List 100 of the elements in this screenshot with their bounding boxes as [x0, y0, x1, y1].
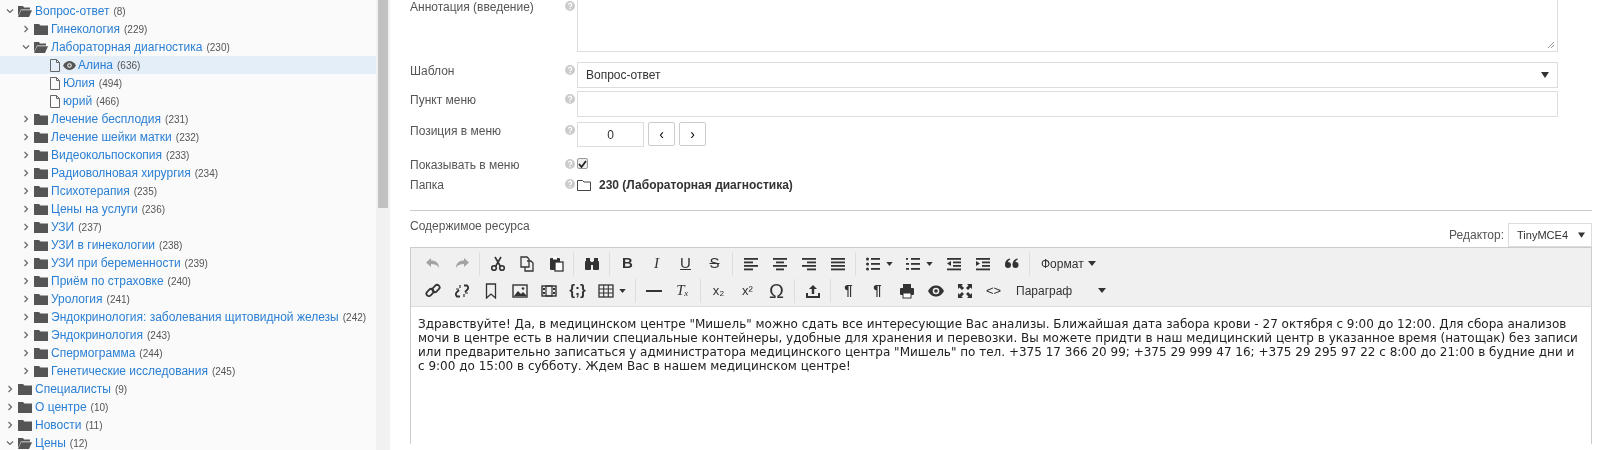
folder-icon [34, 23, 48, 35]
tree-item-link[interactable]: Лечение бесплодия [51, 110, 162, 128]
tree-item-link[interactable]: Лечение шейки матки [51, 128, 172, 146]
tree-item-link[interactable]: Новости [35, 416, 82, 434]
item-count: (232) [175, 130, 200, 145]
expand-chevron-icon[interactable] [22, 169, 30, 177]
expand-chevron-icon[interactable] [22, 313, 30, 321]
tree-item-link[interactable]: Лабораторная диагностика [51, 38, 203, 56]
scrollbar[interactable] [376, 0, 390, 450]
template-select[interactable]: Вопрос-ответ [577, 62, 1558, 88]
expand-chevron-icon[interactable] [22, 115, 30, 123]
menu-item-input[interactable] [577, 91, 1558, 117]
tree-item-link[interactable]: юрий [63, 92, 93, 110]
toolbar-button[interactable]: S [700, 251, 729, 276]
toolbar-button[interactable]: ¶ [834, 278, 863, 303]
item-count: (466) [96, 94, 120, 109]
paste-icon [547, 255, 564, 272]
expand-chevron-icon[interactable] [22, 223, 30, 231]
folder-icon [34, 365, 48, 377]
outdent-icon [945, 255, 962, 272]
format-menu-button[interactable]: Формат [1033, 251, 1104, 276]
format-menu-button[interactable]: Параграф [1008, 278, 1115, 303]
item-count: (236) [141, 202, 166, 217]
expand-chevron-icon[interactable] [22, 331, 30, 339]
tree-item-link[interactable]: Урология [51, 290, 103, 308]
expand-chevron-icon[interactable] [22, 259, 30, 267]
tree-item-link[interactable]: Приём по страховке [51, 272, 164, 290]
resize-handle-icon[interactable] [1547, 41, 1555, 49]
horizontal-line-icon [645, 289, 662, 292]
toolbar-button[interactable]: x₂ [704, 278, 733, 303]
folder-icon [34, 239, 48, 251]
tree-item-link[interactable]: УЗИ в гинекологии [51, 236, 156, 254]
toolbar-button[interactable]: Ω [762, 278, 791, 303]
expand-chevron-icon[interactable] [22, 367, 30, 375]
item-count: (239) [184, 256, 208, 271]
item-count: (242) [342, 310, 367, 325]
toolbar-button[interactable]: I [642, 251, 671, 276]
item-count: (241) [106, 292, 130, 307]
tree-item-link[interactable]: Гинекология [51, 20, 120, 38]
tree-item-link[interactable]: УЗИ [51, 218, 75, 236]
tree-item-link[interactable]: Генетические исследования [51, 362, 208, 380]
printer-icon [898, 282, 915, 299]
file-icon [50, 76, 60, 90]
editor-label: Редактор: [1449, 227, 1505, 244]
scrollbar-thumb[interactable] [378, 0, 388, 208]
expand-chevron-icon[interactable] [22, 277, 30, 285]
expand-chevron-icon[interactable] [22, 349, 30, 357]
folder-icon [18, 401, 32, 413]
expand-chevron-icon[interactable] [22, 151, 30, 159]
next-button[interactable]: › [679, 122, 706, 146]
tree-item-link[interactable]: Алина [78, 56, 113, 74]
toolbar-button[interactable]: ¶ [863, 278, 892, 303]
expand-chevron-icon[interactable] [22, 25, 30, 33]
tree-item-link[interactable]: Спермограмма [51, 344, 136, 362]
item-count: (240) [167, 274, 191, 289]
tree-item-link[interactable]: Цены [35, 434, 66, 450]
eye-icon[interactable] [63, 60, 76, 70]
expand-chevron-icon[interactable] [22, 241, 30, 249]
previous-button[interactable]: ‹ [648, 122, 675, 146]
item-count: (8) [113, 4, 126, 19]
folder-icon [34, 167, 48, 179]
tree-item-link[interactable]: Радиоволновая хирургия [51, 164, 191, 182]
open-folder-icon [18, 437, 32, 449]
expand-chevron-icon[interactable] [22, 187, 30, 195]
item-count: (243) [147, 328, 171, 343]
expand-chevron-icon[interactable] [22, 205, 30, 213]
collapse-chevron-icon[interactable] [6, 439, 14, 447]
toolbar-button[interactable]: B [613, 251, 642, 276]
tree-item-link[interactable]: Психотерапия [51, 182, 130, 200]
tree-item-link[interactable]: Юлия [63, 74, 95, 92]
expand-chevron-icon[interactable] [22, 295, 30, 303]
expand-chevron-icon[interactable] [6, 421, 14, 429]
toolbar-button[interactable]: {;} [563, 278, 592, 303]
tree-item-link[interactable]: О центре [35, 398, 87, 416]
toolbar-button[interactable]: Tₓ [668, 278, 697, 303]
expand-chevron-icon[interactable] [6, 385, 14, 393]
tree-item-link[interactable]: Эндокринология [51, 326, 143, 344]
tree-item-link[interactable]: Цены на услуги [51, 200, 138, 218]
tree-item-link[interactable]: Эндокринология: заболевания щитовидной железы [51, 308, 339, 326]
tree-item-link[interactable]: Вопрос-ответ [35, 2, 110, 20]
toolbar-button[interactable]: x² [733, 278, 762, 303]
show-in-menu-checkbox[interactable] [577, 158, 588, 169]
tree-item-link[interactable]: УЗИ при беременности [51, 254, 181, 272]
item-count: (233) [166, 148, 190, 163]
item-count: (237) [78, 220, 102, 235]
position-input[interactable]: 0 [577, 122, 644, 147]
toolbar-button[interactable]: U [671, 251, 700, 276]
caret-icon [1098, 288, 1107, 293]
expand-chevron-icon[interactable] [22, 133, 30, 141]
folder-icon [18, 419, 32, 431]
tree-item-link[interactable]: Видеокольпоскопия [51, 146, 163, 164]
align-right-icon [800, 255, 817, 272]
tree-item-link[interactable]: Специалисты [35, 380, 111, 398]
folder-icon [34, 347, 48, 359]
editor-select[interactable]: TinyMCE4 [1508, 223, 1592, 247]
collapse-chevron-icon[interactable] [6, 7, 14, 15]
binoculars-icon [583, 255, 600, 272]
toolbar-button[interactable]: <> [979, 278, 1008, 303]
expand-chevron-icon[interactable] [6, 403, 14, 411]
collapse-chevron-icon[interactable] [22, 43, 30, 51]
